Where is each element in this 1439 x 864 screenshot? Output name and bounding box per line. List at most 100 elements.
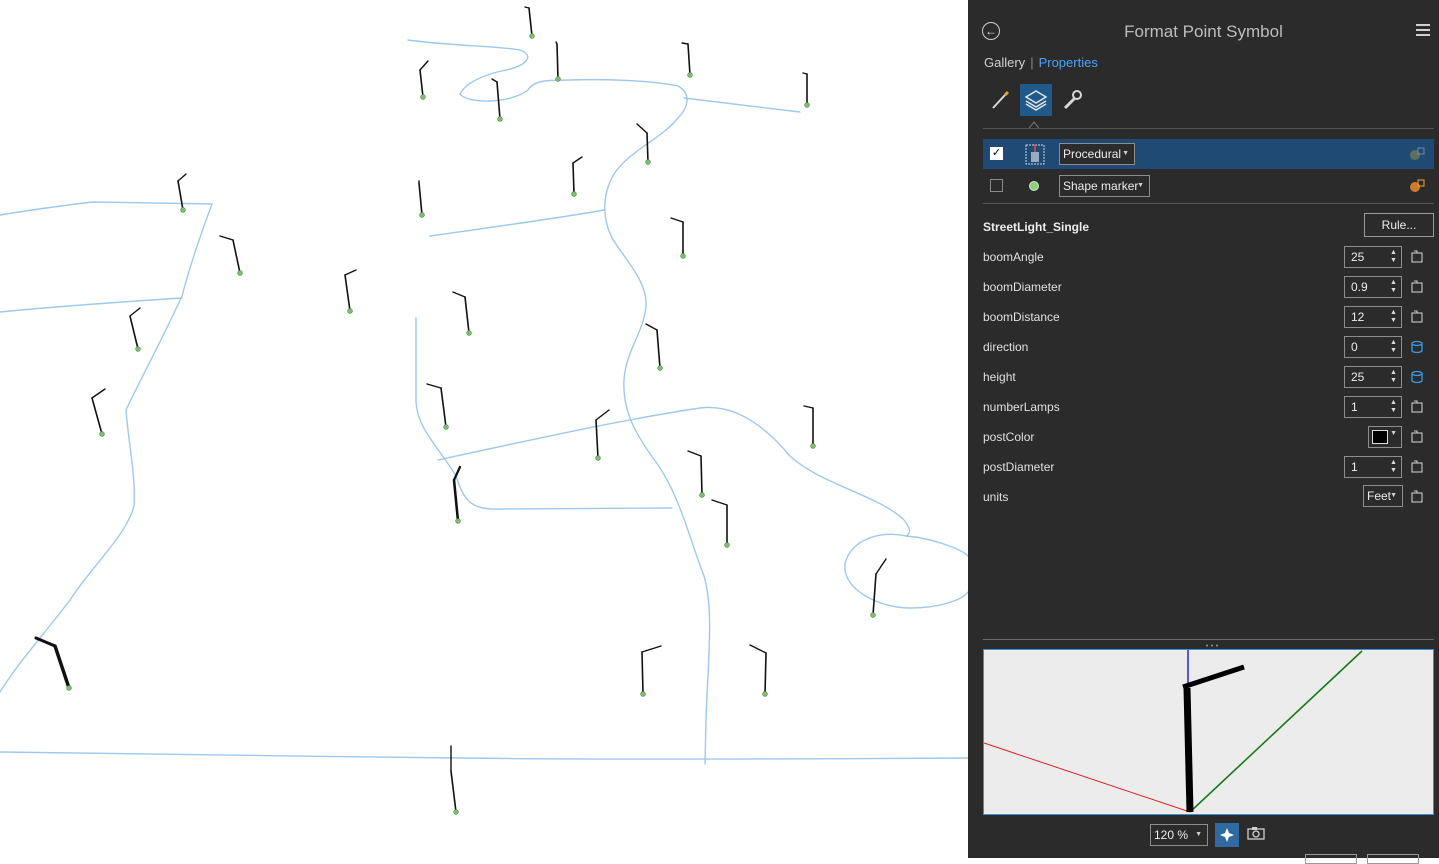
splitter-grip[interactable] bbox=[1204, 637, 1220, 647]
streetlight-symbol[interactable] bbox=[681, 42, 693, 78]
streetlight-boom bbox=[572, 156, 583, 164]
spinner-arrows-icon[interactable]: ▲ ▼ bbox=[1390, 369, 1398, 385]
layer-visibility-checkbox[interactable]: ✓ bbox=[990, 147, 1003, 160]
point-marker bbox=[595, 455, 601, 461]
streetlight-symbol[interactable] bbox=[524, 6, 535, 39]
streetlight-symbol[interactable] bbox=[571, 156, 583, 197]
streetlight-symbol[interactable] bbox=[426, 383, 449, 430]
property-label-postColor: postColor bbox=[983, 430, 1035, 444]
streetlight-symbol[interactable] bbox=[452, 465, 462, 524]
navigate-button[interactable] bbox=[1215, 823, 1239, 847]
streetlight-symbol[interactable] bbox=[645, 323, 663, 371]
hamburger-menu-icon[interactable] bbox=[1416, 24, 1430, 38]
structure-tab-button[interactable] bbox=[1056, 84, 1088, 116]
streetlight-symbol[interactable] bbox=[419, 60, 429, 100]
point-marker bbox=[657, 365, 663, 371]
streetlight-symbol[interactable] bbox=[177, 173, 187, 213]
camera-button[interactable] bbox=[1247, 825, 1267, 845]
property-color-picker[interactable]: ▼ bbox=[1368, 426, 1402, 448]
property-dropdown-units[interactable]: Feet ▼ bbox=[1363, 485, 1403, 507]
attribute-connection-icon[interactable] bbox=[1410, 310, 1424, 324]
streetlight-symbol[interactable] bbox=[91, 388, 106, 437]
streetlight-boom bbox=[595, 409, 610, 421]
cancel-button[interactable] bbox=[1367, 854, 1419, 864]
streetlight-symbol[interactable] bbox=[803, 405, 816, 449]
layer-type-dropdown[interactable]: Shape marker ▼ bbox=[1059, 175, 1150, 197]
attribute-connection-icon[interactable] bbox=[1410, 400, 1424, 414]
zoom-dropdown[interactable]: 120 % ▼ bbox=[1150, 824, 1208, 846]
symbol-preview[interactable] bbox=[983, 649, 1434, 815]
spinner-arrows-icon[interactable]: ▲ ▼ bbox=[1390, 279, 1398, 295]
streetlight-symbol[interactable] bbox=[129, 307, 141, 352]
lock-palette-icon[interactable] bbox=[1409, 179, 1425, 193]
attribute-connection-icon[interactable] bbox=[1410, 490, 1424, 504]
property-input-height[interactable]: 25 ▲ ▼ bbox=[1344, 366, 1402, 388]
spinner-arrows-icon[interactable]: ▲ ▼ bbox=[1390, 459, 1398, 475]
property-input-direction[interactable]: 0 ▲ ▼ bbox=[1344, 336, 1402, 358]
spinner-arrows-icon[interactable]: ▲ ▼ bbox=[1390, 309, 1398, 325]
streetlight-symbol[interactable] bbox=[344, 269, 357, 314]
point-marker bbox=[420, 94, 426, 100]
apply-button[interactable] bbox=[1305, 854, 1357, 864]
symbol-tab-button[interactable] bbox=[984, 84, 1016, 116]
attribute-connection-icon[interactable] bbox=[1410, 250, 1424, 264]
attribute-connection-icon[interactable] bbox=[1410, 280, 1424, 294]
property-input-boomAngle[interactable]: 25 ▲ ▼ bbox=[1344, 246, 1402, 268]
streetlight-symbol[interactable] bbox=[711, 499, 730, 548]
property-label-height: height bbox=[983, 370, 1016, 384]
symbol-layer-row[interactable]: Shape marker ▼ bbox=[983, 171, 1434, 201]
streetlight-post bbox=[129, 315, 139, 350]
streetlight-symbol[interactable] bbox=[802, 72, 810, 108]
wrench-icon bbox=[1063, 90, 1082, 110]
spinner-arrows-icon[interactable]: ▲ ▼ bbox=[1390, 339, 1398, 355]
streetlight-boom bbox=[749, 644, 767, 654]
tab-properties[interactable]: Properties bbox=[1039, 55, 1098, 70]
zoom-value: 120 % bbox=[1154, 828, 1189, 842]
procedural-icon bbox=[1025, 144, 1045, 165]
streetlight-symbol[interactable] bbox=[636, 123, 651, 165]
property-value: 25 bbox=[1351, 370, 1365, 384]
property-input-boomDiameter[interactable]: 0.9 ▲ ▼ bbox=[1344, 276, 1402, 298]
point-marker bbox=[180, 207, 186, 213]
attribute-connection-icon[interactable] bbox=[1410, 430, 1424, 444]
layer-type-dropdown[interactable]: Procedural ▼ bbox=[1059, 143, 1135, 165]
streetlight-symbol[interactable] bbox=[749, 644, 768, 697]
streetlight-symbol[interactable] bbox=[595, 409, 610, 461]
lock-palette-icon[interactable] bbox=[1409, 147, 1425, 161]
pane-title: Format Point Symbol bbox=[1124, 22, 1283, 41]
database-field-icon[interactable] bbox=[1410, 340, 1424, 354]
streetlight-symbol[interactable] bbox=[870, 558, 887, 618]
symbol-layer-row[interactable]: ✓ Procedural ▼ bbox=[983, 139, 1434, 169]
streetlight-boom bbox=[177, 173, 187, 182]
streetlight-symbol[interactable] bbox=[452, 291, 472, 336]
streetlight-boom bbox=[91, 388, 106, 399]
streetlight-symbol[interactable] bbox=[687, 450, 705, 498]
property-label-numberLamps: numberLamps bbox=[983, 400, 1060, 414]
rule-button[interactable]: Rule... bbox=[1364, 213, 1434, 237]
property-input-numberLamps[interactable]: 1 ▲ ▼ bbox=[1344, 396, 1402, 418]
spinner-arrows-icon[interactable]: ▲ ▼ bbox=[1390, 249, 1398, 265]
streetlight-post bbox=[440, 387, 447, 428]
property-value: 1 bbox=[1351, 400, 1358, 414]
streetlight-symbol[interactable] bbox=[219, 235, 243, 276]
spinner-arrows-icon[interactable]: ▲ ▼ bbox=[1390, 399, 1398, 415]
streetlight-symbol[interactable] bbox=[450, 745, 459, 815]
tab-gallery[interactable]: Gallery bbox=[984, 55, 1025, 70]
map-canvas[interactable] bbox=[0, 0, 968, 858]
property-input-boomDistance[interactable]: 12 ▲ ▼ bbox=[1344, 306, 1402, 328]
streetlight-symbol[interactable] bbox=[640, 645, 662, 697]
streetlight-post bbox=[764, 652, 767, 695]
layer-visibility-checkbox[interactable] bbox=[990, 179, 1003, 192]
map-view[interactable] bbox=[0, 0, 968, 858]
attribute-connection-icon[interactable] bbox=[1410, 460, 1424, 474]
database-field-icon[interactable] bbox=[1410, 370, 1424, 384]
streetlight-post bbox=[646, 132, 649, 163]
streetlight-symbol[interactable] bbox=[670, 217, 686, 259]
streetlight-boom bbox=[670, 217, 684, 223]
streetlight-symbol[interactable] bbox=[418, 180, 425, 218]
streetlight-symbol[interactable] bbox=[555, 41, 561, 82]
streetlight-post bbox=[344, 274, 351, 312]
layers-tab-button[interactable] bbox=[1020, 84, 1052, 116]
streetlight-symbol[interactable] bbox=[34, 636, 72, 691]
property-input-postDiameter[interactable]: 1 ▲ ▼ bbox=[1344, 456, 1402, 478]
